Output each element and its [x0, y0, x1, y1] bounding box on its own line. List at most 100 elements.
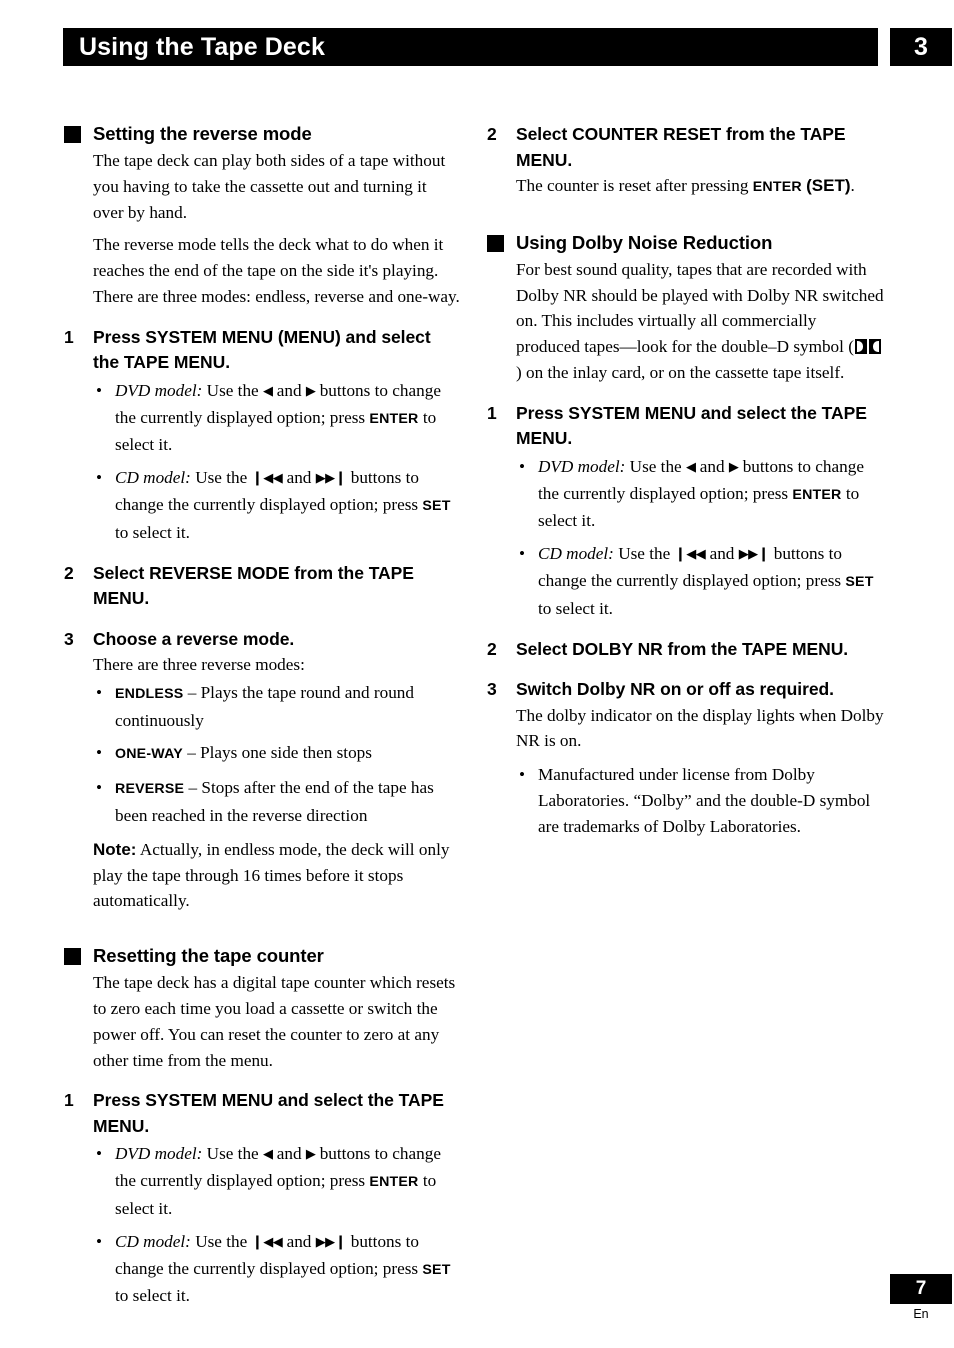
note-text: Actually, in endless mode, the deck will…: [93, 839, 450, 911]
model-label: CD model:: [115, 1231, 191, 1251]
model-label: DVD model:: [115, 380, 203, 400]
note-paragraph: Note: Actually, in endless mode, the dec…: [57, 837, 461, 914]
instruction-text-a: Use the: [206, 1144, 259, 1164]
bullet-icon: •: [519, 765, 526, 785]
step-item: 2 Select REVERSE MODE from the TAPE MENU…: [57, 561, 461, 612]
step-item: 1 Press SYSTEM MENU and select the TAPE …: [57, 1088, 461, 1139]
dolby-double-d-icon: [854, 339, 881, 355]
step-item: 2 Select COUNTER RESET from the TAPE MEN…: [480, 122, 884, 173]
track-end-bar-icon: ❙: [334, 470, 347, 487]
counter-reset-text-a: The counter is reset after pressing: [516, 176, 749, 195]
bullet-icon: •: [519, 544, 526, 564]
square-bullet-icon: [64, 126, 81, 143]
instruction-text-b: and: [286, 468, 312, 488]
instruction-text-d: to select it.: [538, 598, 613, 618]
skip-forward-icon: ▶▶: [315, 1234, 336, 1250]
instruction-text-d: to select it.: [115, 1286, 190, 1306]
list-item: • ONE-WAY – Plays one side then stops: [57, 740, 461, 768]
square-bullet-icon: [487, 234, 504, 252]
counter-reset-text-b: .: [850, 176, 855, 195]
dolby-intro-text-a: For best sound quality, tapes that are r…: [516, 259, 884, 357]
chapter-number: 3: [914, 33, 928, 61]
left-arrow-icon: ◀: [685, 459, 696, 475]
track-start-bar-icon: ❙: [251, 1233, 264, 1250]
mode-name: ENDLESS: [115, 685, 184, 702]
language-code: En: [913, 1307, 929, 1321]
step-title: Press SYSTEM MENU and select the TAPE ME…: [93, 1090, 444, 1136]
paragraph-dolby-intro: For best sound quality, tapes that are r…: [480, 257, 884, 386]
list-item: • DVD model: Use the ◀ and ▶ buttons to …: [57, 1141, 461, 1221]
step-number: 2: [487, 124, 497, 144]
section-heading-resetting-tape-counter: Resetting the tape counter: [57, 944, 461, 968]
model-instruction-list: • DVD model: Use the ◀ and ▶ buttons to …: [57, 378, 461, 546]
instruction-text-b: and: [709, 544, 735, 564]
page-number: 7: [915, 1278, 927, 1299]
list-item: • REVERSE – Stops after the end of the t…: [57, 775, 461, 829]
model-label: DVD model:: [115, 1144, 203, 1164]
instruction-text-b: and: [699, 456, 725, 476]
left-column: Setting the reverse mode The tape deck c…: [57, 122, 461, 1309]
skip-back-icon: ◀◀: [686, 547, 706, 563]
model-instruction-list: • DVD model: Use the ◀ and ▶ buttons to …: [57, 1141, 461, 1309]
track-end-bar-icon: ❙: [334, 1233, 347, 1250]
step-title: Switch Dolby NR on or off as required.: [516, 679, 834, 700]
section-title: Resetting the tape counter: [93, 945, 324, 967]
skip-back-icon: ◀◀: [263, 471, 283, 487]
step-number: 1: [64, 1090, 74, 1111]
step-title: Press SYSTEM MENU (MENU) and select the …: [93, 326, 431, 373]
instruction-text-a: Use the: [206, 380, 259, 400]
instruction-text-a: Use the: [195, 1231, 248, 1251]
page-number-box: 7: [890, 1274, 952, 1304]
left-arrow-icon: ◀: [262, 1147, 273, 1163]
section-heading-setting-reverse-mode: Setting the reverse mode: [57, 122, 461, 146]
reverse-mode-list: • ENDLESS – Plays the tape round and rou…: [57, 680, 461, 829]
mode-name: ONE-WAY: [115, 746, 183, 763]
trademark-list: • Manufactured under license from Dolby …: [480, 762, 884, 839]
bullet-icon: •: [519, 456, 526, 476]
paragraph-reverse-intro-1: The tape deck can play both sides of a t…: [93, 151, 446, 222]
trademark-text: Manufactured under license from Dolby La…: [538, 765, 871, 836]
right-arrow-icon: ▶: [728, 459, 739, 475]
page-header: Using the Tape Deck 3: [0, 28, 954, 66]
chapter-number-box: 3: [890, 28, 952, 66]
list-item: • CD model: Use the ❙◀◀ and ▶▶❙ buttons …: [57, 1229, 461, 1309]
list-item: • DVD model: Use the ◀ and ▶ buttons to …: [480, 454, 884, 534]
bullet-icon: •: [96, 1231, 103, 1251]
skip-forward-icon: ▶▶: [738, 547, 759, 563]
step-body-text: There are three reverse modes:: [93, 655, 305, 675]
instruction-text-a: Use the: [195, 468, 248, 488]
instruction-text-a: Use the: [618, 544, 671, 564]
left-arrow-icon: ◀: [262, 383, 273, 399]
note-label: Note:: [93, 839, 137, 859]
list-item: • CD model: Use the ❙◀◀ and ▶▶❙ buttons …: [57, 465, 461, 545]
bullet-icon: •: [96, 380, 103, 400]
step-title: Select DOLBY NR from the TAPE MENU.: [516, 638, 849, 659]
step-number: 2: [487, 638, 497, 659]
model-label: DVD model:: [538, 456, 626, 476]
skip-back-icon: ◀◀: [263, 1234, 283, 1250]
key-label-enter: ENTER: [369, 1174, 419, 1191]
instruction-text-b: and: [276, 380, 302, 400]
skip-forward-icon: ▶▶: [315, 471, 336, 487]
step-item: 3 Choose a reverse mode.: [57, 627, 461, 653]
paragraph-reverse-intro-2: The reverse mode tells the deck what to …: [93, 235, 460, 306]
paragraph-counter-intro: The tape deck has a digital tape counter…: [93, 973, 456, 1070]
key-label-set: (SET): [806, 176, 851, 195]
step-item: 2 Select DOLBY NR from the TAPE MENU.: [480, 637, 884, 663]
right-arrow-icon: ▶: [305, 1147, 316, 1163]
square-bullet-icon: [64, 948, 81, 966]
key-label-enter: ENTER: [792, 486, 842, 503]
key-label-enter: ENTER: [369, 410, 419, 427]
bullet-icon: •: [96, 1144, 103, 1164]
list-item: • Manufactured under license from Dolby …: [480, 762, 884, 839]
instruction-text-b: and: [286, 1231, 312, 1251]
step-title: Choose a reverse mode.: [93, 628, 295, 649]
key-label-set: SET: [422, 497, 451, 514]
key-label-enter: ENTER: [752, 179, 802, 195]
section-title: Setting the reverse mode: [93, 123, 312, 144]
list-item: • DVD model: Use the ◀ and ▶ buttons to …: [57, 378, 461, 458]
right-column: 2 Select COUNTER RESET from the TAPE MEN…: [480, 122, 884, 840]
track-end-bar-icon: ❙: [757, 546, 770, 563]
bullet-icon: •: [96, 743, 103, 763]
step-number: 1: [487, 402, 497, 423]
